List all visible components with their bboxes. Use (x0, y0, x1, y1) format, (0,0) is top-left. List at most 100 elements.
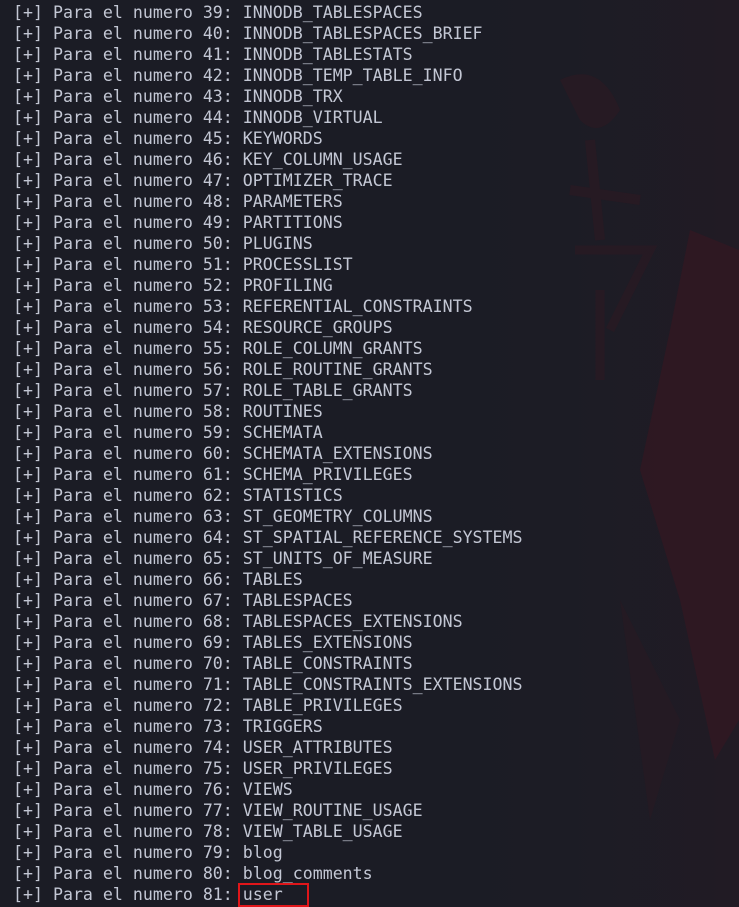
line-prefix: [+] Para el numero 51: (13, 255, 243, 274)
output-line: [+] Para el numero 45: KEYWORDS (13, 128, 523, 149)
output-line: [+] Para el numero 40: INNODB_TABLESPACE… (13, 23, 523, 44)
line-prefix: [+] Para el numero 80: (13, 864, 243, 883)
terminal-window[interactable]: [+] Para el numero 39: INNODB_TABLESPACE… (0, 0, 739, 907)
table-name: USER_PRIVILEGES (242, 759, 393, 778)
output-line: [+] Para el numero 50: PLUGINS (13, 233, 523, 254)
output-line: [+] Para el numero 53: REFERENTIAL_CONST… (13, 296, 523, 317)
line-prefix: [+] Para el numero 46: (13, 150, 243, 169)
output-line: [+] Para el numero 73: TRIGGERS (13, 716, 523, 737)
output-line: [+] Para el numero 69: TABLES_EXTENSIONS (13, 632, 523, 653)
table-name: USER_ATTRIBUTES (242, 738, 393, 757)
table-name: STATISTICS (242, 486, 343, 505)
line-prefix: [+] Para el numero 41: (13, 45, 243, 64)
output-line: [+] Para el numero 59: SCHEMATA (13, 422, 523, 443)
table-name: REFERENTIAL_CONSTRAINTS (242, 297, 473, 316)
table-name: ROUTINES (242, 402, 323, 421)
table-name: PROFILING (242, 276, 333, 295)
output-line: [+] Para el numero 71: TABLE_CONSTRAINTS… (13, 674, 523, 695)
output-line: [+] Para el numero 67: TABLESPACES (13, 590, 523, 611)
line-prefix: [+] Para el numero 77: (13, 801, 243, 820)
output-line: [+] Para el numero 47: OPTIMIZER_TRACE (13, 170, 523, 191)
table-name: ST_SPATIAL_REFERENCE_SYSTEMS (242, 528, 523, 547)
output-line: [+] Para el numero 55: ROLE_COLUMN_GRANT… (13, 338, 523, 359)
line-prefix: [+] Para el numero 75: (13, 759, 243, 778)
line-prefix: [+] Para el numero 57: (13, 381, 243, 400)
table-name: ST_UNITS_OF_MEASURE (242, 549, 433, 568)
output-line: [+] Para el numero 42: INNODB_TEMP_TABLE… (13, 65, 523, 86)
output-line: [+] Para el numero 78: VIEW_TABLE_USAGE (13, 821, 523, 842)
line-prefix: [+] Para el numero 44: (13, 108, 243, 127)
line-prefix: [+] Para el numero 56: (13, 360, 243, 379)
output-line: [+] Para el numero 63: ST_GEOMETRY_COLUM… (13, 506, 523, 527)
line-prefix: [+] Para el numero 61: (13, 465, 243, 484)
line-prefix: [+] Para el numero 62: (13, 486, 243, 505)
line-prefix: [+] Para el numero 81: (13, 885, 243, 904)
output-line: [+] Para el numero 80: blog_comments (13, 863, 523, 884)
output-line: [+] Para el numero 79: blog (13, 842, 523, 863)
line-prefix: [+] Para el numero 78: (13, 822, 243, 841)
output-line: [+] Para el numero 56: ROLE_ROUTINE_GRAN… (13, 359, 523, 380)
output-line: [+] Para el numero 72: TABLE_PRIVILEGES (13, 695, 523, 716)
output-line: [+] Para el numero 60: SCHEMATA_EXTENSIO… (13, 443, 523, 464)
table-name: ROLE_TABLE_GRANTS (242, 381, 413, 400)
table-name: blog_comments (242, 864, 373, 883)
output-line: [+] Para el numero 61: SCHEMA_PRIVILEGES (13, 464, 523, 485)
table-name: VIEW_TABLE_USAGE (242, 822, 403, 841)
line-prefix: [+] Para el numero 67: (13, 591, 243, 610)
line-prefix: [+] Para el numero 59: (13, 423, 243, 442)
line-prefix: [+] Para el numero 39: (13, 3, 243, 22)
table-name: KEYWORDS (242, 129, 323, 148)
table-name: TABLESPACES_EXTENSIONS (242, 612, 463, 631)
output-line: [+] Para el numero 70: TABLE_CONSTRAINTS (13, 653, 523, 674)
table-name: ROLE_COLUMN_GRANTS (242, 339, 423, 358)
output-line: [+] Para el numero 66: TABLES (13, 569, 523, 590)
line-prefix: [+] Para el numero 58: (13, 402, 243, 421)
table-name: INNODB_TABLESPACES_BRIEF (242, 24, 483, 43)
table-name: TABLE_CONSTRAINTS_EXTENSIONS (242, 675, 523, 694)
line-prefix: [+] Para el numero 63: (13, 507, 243, 526)
table-name: VIEWS (242, 780, 293, 799)
line-prefix: [+] Para el numero 60: (13, 444, 243, 463)
table-name: VIEW_ROUTINE_USAGE (242, 801, 423, 820)
line-prefix: [+] Para el numero 73: (13, 717, 243, 736)
table-name: ST_GEOMETRY_COLUMNS (242, 507, 433, 526)
output-line: [+] Para el numero 77: VIEW_ROUTINE_USAG… (13, 800, 523, 821)
table-name: INNODB_TABLESTATS (242, 45, 413, 64)
line-prefix: [+] Para el numero 43: (13, 87, 243, 106)
output-line: [+] Para el numero 65: ST_UNITS_OF_MEASU… (13, 548, 523, 569)
output-line: [+] Para el numero 54: RESOURCE_GROUPS (13, 317, 523, 338)
output-line: [+] Para el numero 57: ROLE_TABLE_GRANTS (13, 380, 523, 401)
output-line: [+] Para el numero 76: VIEWS (13, 779, 523, 800)
line-prefix: [+] Para el numero 65: (13, 549, 243, 568)
output-line: [+] Para el numero 64: ST_SPATIAL_REFERE… (13, 527, 523, 548)
table-name: PARAMETERS (242, 192, 343, 211)
line-prefix: [+] Para el numero 45: (13, 129, 243, 148)
output-line: [+] Para el numero 44: INNODB_VIRTUAL (13, 107, 523, 128)
table-name: TABLE_CONSTRAINTS (242, 654, 413, 673)
line-prefix: [+] Para el numero 54: (13, 318, 243, 337)
output-line: [+] Para el numero 49: PARTITIONS (13, 212, 523, 233)
line-prefix: [+] Para el numero 49: (13, 213, 243, 232)
table-name: TABLE_PRIVILEGES (242, 696, 403, 715)
output-line: [+] Para el numero 52: PROFILING (13, 275, 523, 296)
line-prefix: [+] Para el numero 47: (13, 171, 243, 190)
line-prefix: [+] Para el numero 52: (13, 276, 243, 295)
line-prefix: [+] Para el numero 76: (13, 780, 243, 799)
output-line: [+] Para el numero 75: USER_PRIVILEGES (13, 758, 523, 779)
line-prefix: [+] Para el numero 48: (13, 192, 243, 211)
output-line: [+] Para el numero 46: KEY_COLUMN_USAGE (13, 149, 523, 170)
table-name: TRIGGERS (242, 717, 323, 736)
output-line: [+] Para el numero 43: INNODB_TRX (13, 86, 523, 107)
line-prefix: [+] Para el numero 55: (13, 339, 243, 358)
table-name: PROCESSLIST (242, 255, 353, 274)
line-prefix: [+] Para el numero 71: (13, 675, 243, 694)
table-name: TABLES_EXTENSIONS (242, 633, 413, 652)
output-line: [+] Para el numero 41: INNODB_TABLESTATS (13, 44, 523, 65)
line-prefix: [+] Para el numero 79: (13, 843, 243, 862)
table-name: RESOURCE_GROUPS (242, 318, 393, 337)
line-prefix: [+] Para el numero 68: (13, 612, 243, 631)
table-name: INNODB_TEMP_TABLE_INFO (242, 66, 463, 85)
output-line: [+] Para el numero 39: INNODB_TABLESPACE… (13, 2, 523, 23)
line-prefix: [+] Para el numero 50: (13, 234, 243, 253)
line-prefix: [+] Para el numero 42: (13, 66, 243, 85)
